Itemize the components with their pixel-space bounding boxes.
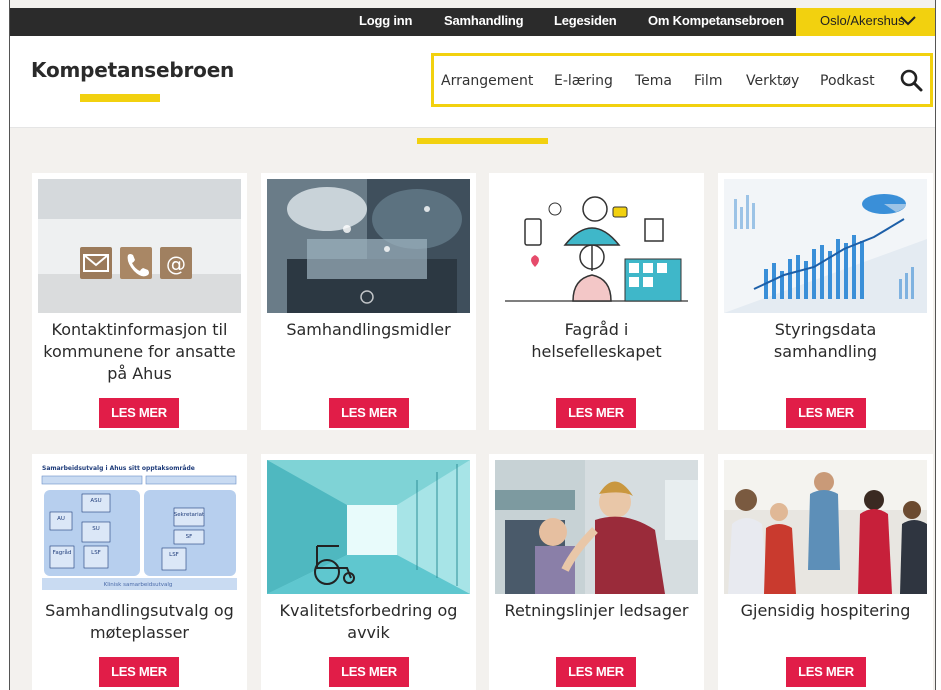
search-button[interactable] bbox=[899, 68, 925, 94]
card-title: Samhandlingsutvalg og møteplasser bbox=[45, 601, 234, 642]
svg-text:@: @ bbox=[166, 252, 186, 276]
org-box-su: SU bbox=[92, 526, 100, 532]
les-mer-button[interactable]: LES MER bbox=[786, 657, 866, 687]
les-mer-button[interactable]: LES MER bbox=[99, 398, 179, 428]
card-title: Gjensidig hospitering bbox=[740, 601, 911, 620]
les-mer-button[interactable]: LES MER bbox=[329, 657, 409, 687]
org-box-lsf-2: LSF bbox=[169, 552, 179, 558]
health-illustration-image bbox=[495, 179, 698, 313]
org-box-fagrad: Fagråd bbox=[53, 549, 72, 556]
org-box-lsf: LSF bbox=[91, 550, 101, 556]
org-chart-heading: Samarbeidsutvalg i Ahus sitt opptaksområ… bbox=[42, 465, 195, 472]
organization-chart-image: Samarbeidsutvalg i Ahus sitt opptaksområ… bbox=[38, 460, 241, 594]
card-kontaktinformasjon[interactable]: @ Kontaktinformasjon til kommunene for a… bbox=[32, 173, 247, 430]
org-box-asu: ASU bbox=[90, 498, 101, 504]
les-mer-button[interactable]: LES MER bbox=[329, 398, 409, 428]
legesiden-link[interactable]: Legesiden bbox=[554, 8, 617, 36]
card-title: Retningslinjer ledsager bbox=[504, 601, 689, 620]
card-hospitering[interactable]: Gjensidig hospitering LES MER bbox=[718, 454, 933, 690]
chevron-down-icon bbox=[900, 16, 916, 26]
card-kvalitetsforbedring[interactable]: Kvalitetsforbedring og avvik LES MER bbox=[261, 454, 476, 690]
org-box-sf: SF bbox=[186, 534, 193, 540]
card-title: Styringsdata samhandling bbox=[773, 320, 878, 361]
top-bar: Logg inn Samhandling Legesiden Om Kompet… bbox=[10, 8, 935, 36]
nav-film[interactable]: Film bbox=[694, 73, 722, 89]
les-mer-button[interactable]: LES MER bbox=[99, 657, 179, 687]
site-header: Kompetansebroen Arrangement E-læring Tem… bbox=[10, 36, 935, 128]
samhandling-link[interactable]: Samhandling bbox=[444, 8, 524, 36]
main-nav: Arrangement E-læring Tema Film Verktøy P… bbox=[431, 53, 933, 107]
section-accent-line bbox=[417, 138, 548, 144]
window-frame-left bbox=[0, 0, 10, 690]
login-link[interactable]: Logg inn bbox=[359, 8, 412, 36]
card-retningslinjer[interactable]: Retningslinjer ledsager LES MER bbox=[489, 454, 704, 690]
card-fagraad[interactable]: Fagråd i helsefelleskapet LES MER bbox=[489, 173, 704, 430]
title-underline bbox=[80, 94, 160, 102]
hospital-corridor-image bbox=[267, 460, 470, 594]
nav-elaering[interactable]: E-læring bbox=[554, 73, 613, 89]
nav-verktoy[interactable]: Verktøy bbox=[746, 73, 799, 89]
nav-arrangement[interactable]: Arrangement bbox=[441, 73, 533, 89]
card-title: Samhandlingsmidler bbox=[286, 320, 451, 339]
les-mer-button[interactable]: LES MER bbox=[556, 398, 636, 428]
search-icon bbox=[900, 69, 923, 92]
org-box-sekretariat: Sekretariat bbox=[174, 512, 205, 518]
card-styringsdata[interactable]: Styringsdata samhandling LES MER bbox=[718, 173, 933, 430]
contact-image: @ bbox=[38, 179, 241, 313]
group-meeting-image bbox=[724, 460, 927, 594]
les-mer-button[interactable]: LES MER bbox=[556, 657, 636, 687]
om-kompetansebroen-link[interactable]: Om Kompetansebroen bbox=[648, 8, 784, 36]
charts-image bbox=[724, 179, 927, 313]
card-title: Kontaktinformasjon til kommunene for ans… bbox=[43, 320, 236, 383]
card-samhandlingsmidler[interactable]: Samhandlingsmidler LES MER bbox=[261, 173, 476, 430]
caregiver-image bbox=[495, 460, 698, 594]
site-title[interactable]: Kompetansebroen bbox=[31, 58, 234, 82]
doctors-tablet-image bbox=[267, 179, 470, 313]
nav-tema[interactable]: Tema bbox=[635, 73, 672, 89]
nav-podkast[interactable]: Podkast bbox=[820, 73, 875, 89]
window-frame-right bbox=[935, 0, 941, 690]
region-selector[interactable]: Oslo/Akershus bbox=[796, 8, 935, 36]
org-box-klinisk: Klinisk samarbeidsutvalg bbox=[104, 582, 173, 588]
les-mer-button[interactable]: LES MER bbox=[786, 398, 866, 428]
card-title: Kvalitetsforbedring og avvik bbox=[279, 601, 458, 642]
region-label: Oslo/Akershus bbox=[820, 13, 905, 28]
card-samhandlingsutvalg[interactable]: Samarbeidsutvalg i Ahus sitt opptaksområ… bbox=[32, 454, 247, 690]
card-title: Fagråd i helsefelleskapet bbox=[531, 320, 662, 361]
org-box-au: AU bbox=[57, 516, 65, 522]
